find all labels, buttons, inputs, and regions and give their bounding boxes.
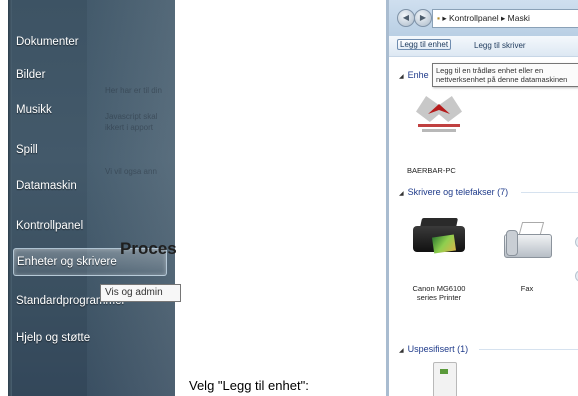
command-bar: Legg til enhet Legg til skriver xyxy=(389,36,578,57)
background-document-ghost: Her har er til din Javascript skal ikker… xyxy=(87,0,175,396)
device-label-printer: Canon MG6100 series Printer xyxy=(412,284,466,302)
address-bar[interactable]: ▪ ▸ Kontrollpanel ▸ Maski xyxy=(432,9,578,28)
ghost-text-3: ikkert i apport xyxy=(105,123,154,132)
group-header-unspecified[interactable]: ◢ Uspesifisert (1) xyxy=(399,344,468,354)
ghost-text-2: Javascript skal xyxy=(105,112,158,121)
breadcrumb-kontrollpanel[interactable]: Kontrollpanel xyxy=(449,13,499,23)
background-heading: Proces xyxy=(120,239,177,258)
menu-item-hjelp-og-stotte[interactable]: Hjelp og støtte xyxy=(16,332,90,344)
menu-item-kontrollpanel[interactable]: Kontrollpanel xyxy=(16,220,83,232)
device-label-computer: BAERBAR-PC xyxy=(407,166,456,175)
add-device-tooltip: Legg til en trådløs enhet eller en nettv… xyxy=(432,63,578,87)
folder-icon: ▪ xyxy=(437,13,441,23)
ghost-text-1: Her har er til din xyxy=(105,86,162,95)
group-divider xyxy=(479,349,578,350)
collapse-arrow-icon: ◢ xyxy=(399,348,404,354)
add-device-button[interactable]: Legg til enhet xyxy=(397,39,452,50)
printer-device-icon[interactable] xyxy=(413,218,465,258)
collapse-arrow-icon: ◢ xyxy=(399,191,404,197)
menu-item-bilder[interactable]: Bilder xyxy=(16,69,45,81)
ghost-text-4: Vi vil ogsa ann xyxy=(105,167,157,176)
instruction-caption: Velg "Legg til enhet": xyxy=(189,378,309,393)
computer-device-icon[interactable] xyxy=(410,92,468,138)
menu-item-musikk[interactable]: Musikk xyxy=(16,104,52,116)
menu-item-datamaskin[interactable]: Datamaskin xyxy=(16,180,77,192)
forward-button[interactable]: ▶ xyxy=(414,9,432,27)
start-menu-edge xyxy=(8,0,12,396)
unspecified-device-icon[interactable] xyxy=(433,362,457,396)
breadcrumb-separator-icon: ▸ xyxy=(501,13,508,23)
menu-item-spill[interactable]: Spill xyxy=(16,144,38,156)
add-printer-button[interactable]: Legg til skriver xyxy=(471,40,529,51)
group-divider xyxy=(521,192,578,193)
devices-and-printers-window: ◀ ▶ ▪ ▸ Kontrollpanel ▸ Maski Legg til e… xyxy=(386,0,578,396)
breadcrumb-maskinvare[interactable]: Maski xyxy=(508,13,530,23)
group-header-devices[interactable]: ◢ Enhe xyxy=(399,70,429,80)
fax-device-icon[interactable] xyxy=(504,222,552,258)
group-header-printers[interactable]: ◢ Skrivere og telefakser (7) xyxy=(399,187,508,197)
back-button[interactable]: ◀ xyxy=(397,9,415,27)
menu-tooltip: Vis og admin xyxy=(100,284,181,302)
window-titlebar: ◀ ▶ ▪ ▸ Kontrollpanel ▸ Maski xyxy=(389,0,578,36)
back-arrow-icon: ◀ xyxy=(402,13,410,22)
forward-arrow-icon: ▶ xyxy=(419,13,427,22)
device-label-fax: Fax xyxy=(520,284,534,293)
menu-item-dokumenter[interactable]: Dokumenter xyxy=(16,36,79,48)
start-menu: Her har er til din Javascript skal ikker… xyxy=(8,0,175,396)
collapse-arrow-icon: ◢ xyxy=(399,74,404,80)
